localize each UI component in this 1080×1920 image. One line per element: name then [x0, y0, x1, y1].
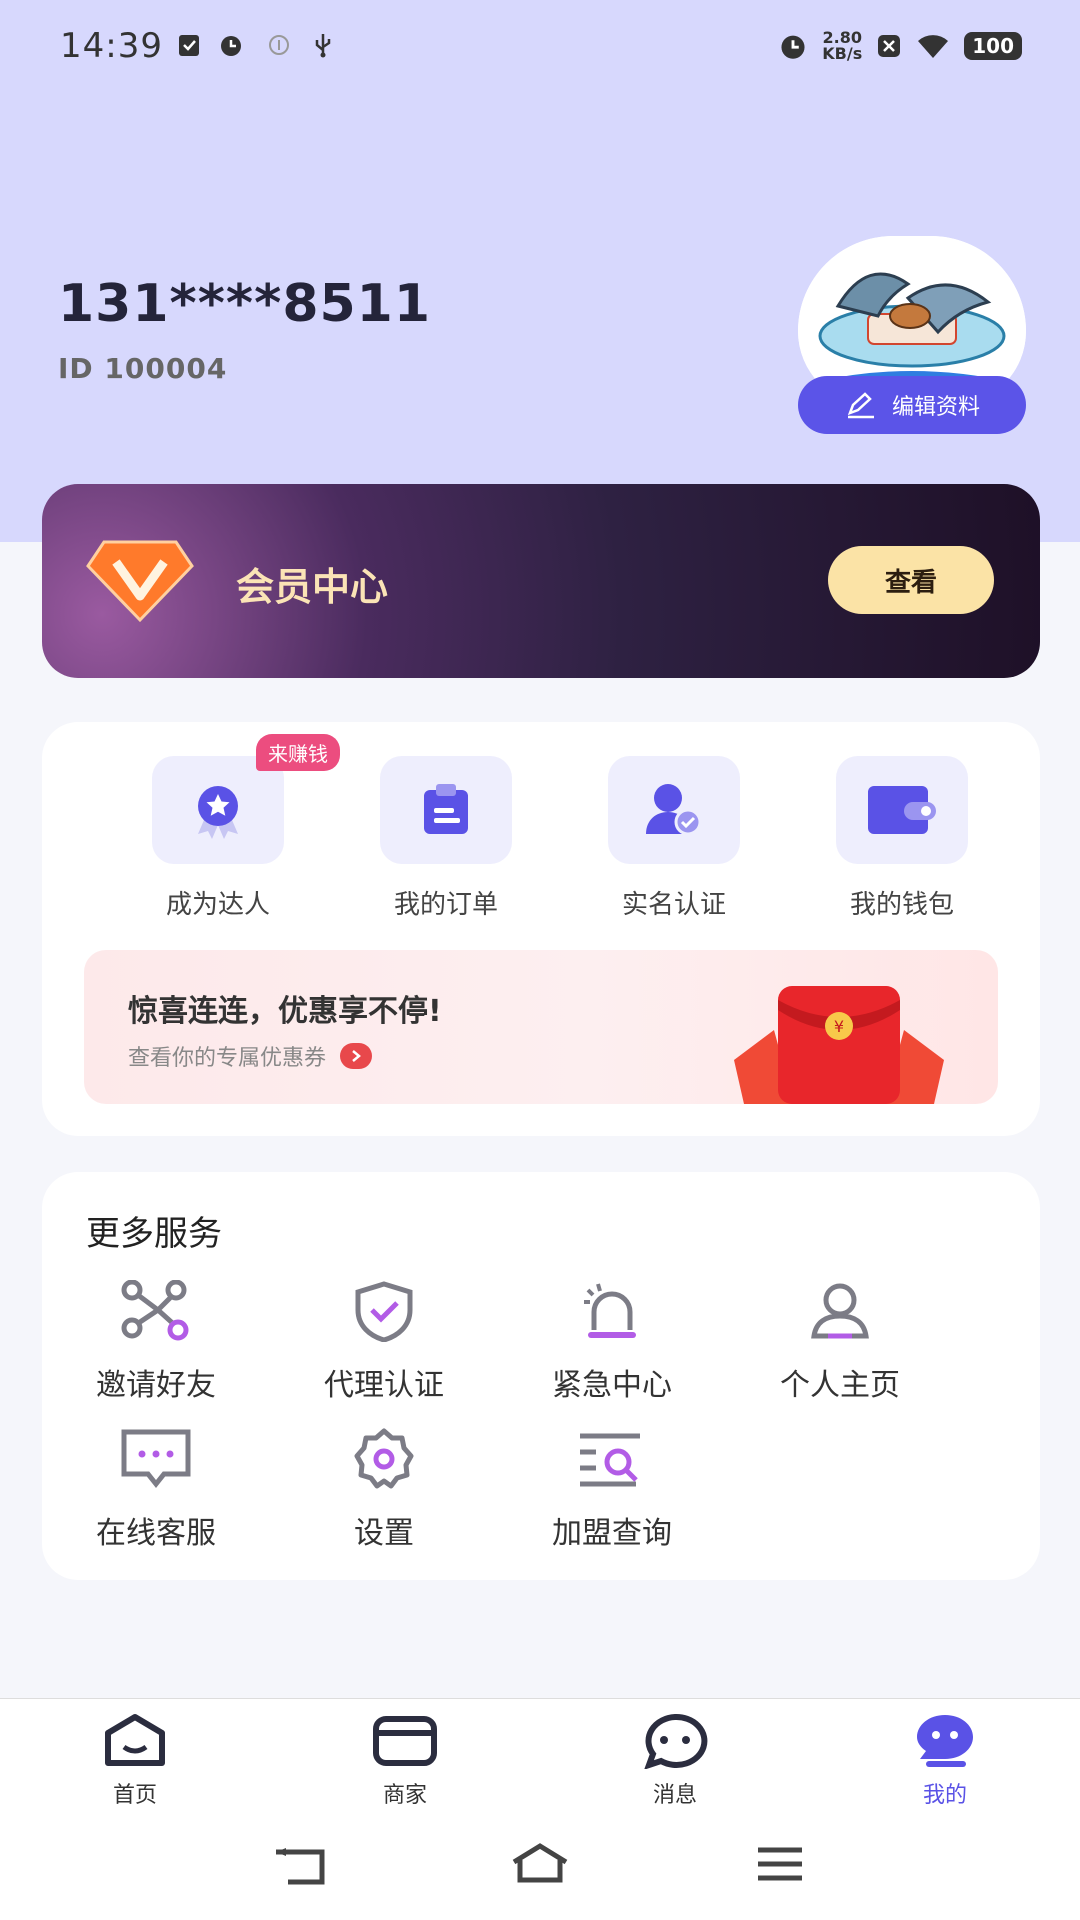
- wallet-icon: [868, 786, 936, 834]
- net-speed: 2.80 KB/s: [822, 30, 862, 62]
- chat-box-icon: [121, 1429, 191, 1489]
- store-icon: [373, 1716, 437, 1766]
- service-settings[interactable]: 设置: [270, 1420, 498, 1552]
- service-invite-friends[interactable]: 邀请好友: [42, 1272, 270, 1404]
- service-emergency-center[interactable]: 紧急中心: [498, 1272, 726, 1404]
- service-label: 加盟查询: [552, 1516, 672, 1551]
- diamond-v-icon: [86, 540, 194, 623]
- edit-profile-button[interactable]: 编辑资料: [798, 376, 1026, 434]
- quick-action-become-expert[interactable]: 成为达人 来赚钱: [128, 734, 340, 921]
- service-label: 个人主页: [780, 1368, 900, 1403]
- clipboard-icon: [424, 784, 468, 834]
- quick-action-my-orders[interactable]: 我的订单: [356, 756, 536, 921]
- earn-money-badge: 来赚钱: [256, 734, 340, 771]
- system-nav-bar: [0, 1810, 1080, 1920]
- alarm-icon: [781, 35, 805, 59]
- net-speed-unit: KB/s: [822, 44, 863, 63]
- service-label: 在线客服: [96, 1516, 216, 1551]
- coupon-promo-banner[interactable]: 惊喜连连，优惠享不停! 查看你的专属优惠券 ¥: [84, 950, 998, 1104]
- tab-home[interactable]: 首页: [65, 1713, 205, 1809]
- service-online-support[interactable]: 在线客服: [42, 1420, 270, 1552]
- tab-label: 我的: [922, 1783, 967, 1808]
- quick-action-tile: [608, 756, 740, 864]
- service-label: 代理认证: [324, 1368, 444, 1403]
- message-icon: [644, 1713, 708, 1770]
- quick-action-label: 我的钱包: [849, 890, 954, 920]
- services-title: 更多服务: [86, 1214, 222, 1254]
- alarm-icon: [221, 36, 241, 56]
- svg-text:¥: ¥: [834, 1017, 844, 1036]
- gear-icon: [354, 1428, 414, 1489]
- promo-title: 惊喜连连，优惠享不停!: [128, 994, 442, 1029]
- home-icon: [105, 1714, 165, 1766]
- info-icon: [269, 35, 289, 55]
- status-bar: 14:39 2.80 KB/s 100: [0, 0, 1080, 92]
- quick-action-tile: [836, 756, 968, 864]
- service-label: 紧急中心: [552, 1368, 672, 1403]
- service-agent-verify[interactable]: 代理认证: [270, 1272, 498, 1404]
- pencil-icon: [847, 392, 874, 419]
- list-search-icon: [580, 1433, 640, 1487]
- service-personal-page[interactable]: 个人主页: [726, 1272, 954, 1404]
- quick-action-wallet[interactable]: 我的钱包: [812, 756, 992, 921]
- quick-action-label: 实名认证: [621, 890, 726, 920]
- user-id: ID 100004: [58, 352, 228, 385]
- usb-icon: [315, 34, 331, 58]
- bottom-tab-bar: 首页 商家 消息 我的: [0, 1698, 1080, 1810]
- quick-action-label: 我的订单: [393, 890, 498, 920]
- service-label: 设置: [354, 1516, 414, 1551]
- sim-x-icon: [878, 35, 901, 57]
- quick-action-tile: [380, 756, 512, 864]
- quick-action-tile: [152, 756, 284, 864]
- wifi-icon: [918, 35, 949, 58]
- tab-merchant[interactable]: 商家: [335, 1713, 475, 1809]
- red-envelope-icon: ¥: [734, 986, 944, 1104]
- home-nav-icon[interactable]: [510, 1842, 570, 1886]
- alarm-light-icon: [584, 1283, 636, 1338]
- phone-number: 131****8511: [58, 274, 432, 334]
- tab-messages[interactable]: 消息: [605, 1713, 745, 1809]
- service-label: 邀请好友: [96, 1368, 216, 1403]
- back-icon[interactable]: [272, 1846, 328, 1886]
- tab-me[interactable]: 我的: [875, 1713, 1015, 1809]
- vip-title: 会员中心: [236, 565, 389, 609]
- tab-label: 商家: [382, 1783, 427, 1808]
- badge-star-icon: [198, 786, 238, 839]
- status-right-icons: 2.80 KB/s 100: [778, 26, 1022, 66]
- status-time: 14:39: [60, 26, 163, 66]
- task-check-icon: [179, 35, 199, 56]
- vip-center-card[interactable]: 会员中心 查看: [42, 484, 1040, 678]
- quick-action-real-name[interactable]: 实名认证: [584, 756, 764, 921]
- service-franchise-query[interactable]: 加盟查询: [498, 1420, 726, 1552]
- promo-subtitle-text: 查看你的专属优惠券: [128, 1046, 327, 1071]
- shield-check-icon: [355, 1281, 413, 1342]
- tab-label: 首页: [112, 1783, 157, 1808]
- share-nodes-icon: [121, 1280, 189, 1341]
- quick-action-label: 成为达人: [165, 890, 270, 920]
- more-services-card: 更多服务 邀请好友 代理认证 紧急中心 个人主页 在线客服 设置 加盟查询: [42, 1172, 1040, 1580]
- chevron-right-icon: [340, 1043, 373, 1069]
- promo-subtitle: 查看你的专属优惠券: [128, 1040, 373, 1072]
- edit-profile-label: 编辑资料: [891, 395, 980, 420]
- tab-label: 消息: [652, 1783, 697, 1808]
- me-icon: [917, 1715, 973, 1767]
- person-icon: [811, 1283, 869, 1339]
- quick-actions-card: 成为达人 来赚钱 我的订单 实名认证 我的钱包 惊喜连连，优惠享不停! 查看你的…: [42, 722, 1040, 1136]
- user-verified-icon: [646, 784, 702, 836]
- vip-view-button[interactable]: 查看: [828, 546, 994, 614]
- battery-indicator: 100: [964, 32, 1022, 60]
- menu-icon[interactable]: [756, 1846, 804, 1882]
